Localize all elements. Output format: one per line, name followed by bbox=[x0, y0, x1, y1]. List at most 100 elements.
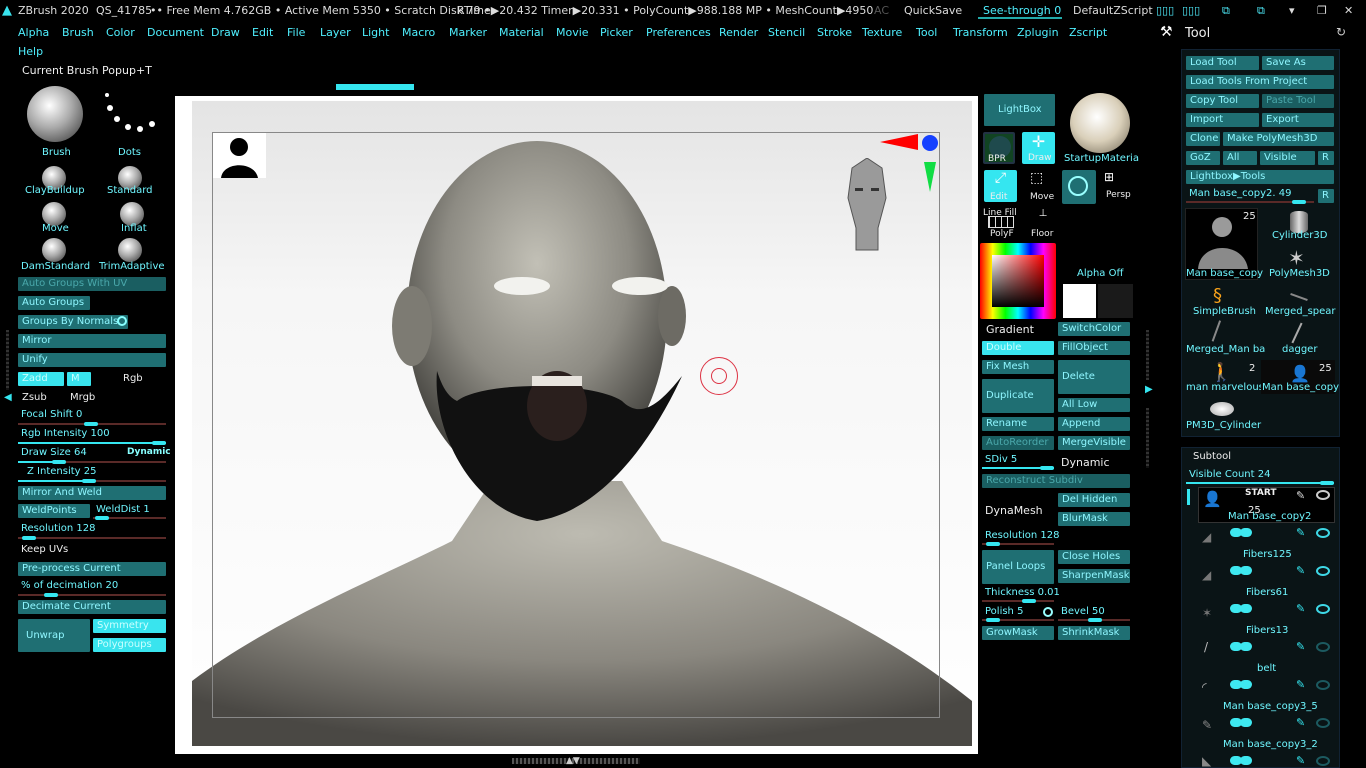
gradient-label[interactable]: Gradient bbox=[986, 323, 1034, 336]
polyframe-icon[interactable] bbox=[988, 216, 1014, 228]
close-icon[interactable]: ✕ bbox=[1344, 4, 1353, 17]
shrinkmask-button[interactable]: ShrinkMask bbox=[1058, 626, 1130, 640]
window-tile-icon[interactable]: ⧉ bbox=[1222, 4, 1230, 18]
duplicate-button[interactable]: Duplicate bbox=[982, 379, 1054, 413]
groups-by-normals-toggle-icon[interactable] bbox=[117, 316, 127, 326]
lightbox-tools-button[interactable]: Lightbox▶Tools bbox=[1186, 170, 1334, 184]
load-tool-button[interactable]: Load Tool bbox=[1186, 56, 1259, 70]
zadd-button[interactable]: Zadd bbox=[18, 372, 64, 386]
damstandard-brush-icon[interactable] bbox=[42, 238, 66, 262]
import-button[interactable]: Import bbox=[1186, 113, 1259, 127]
menu-help[interactable]: Help bbox=[18, 45, 43, 58]
material-toggle[interactable] bbox=[1240, 642, 1252, 651]
orientation-head-icon[interactable] bbox=[844, 157, 890, 254]
goz-r-button[interactable]: R bbox=[1318, 151, 1334, 165]
default-zscript-button[interactable]: DefaultZScript bbox=[1073, 4, 1153, 17]
menu-alpha[interactable]: Alpha bbox=[18, 26, 49, 39]
thickness-slider[interactable] bbox=[982, 599, 1054, 603]
quicksave-button[interactable]: QuickSave bbox=[904, 4, 962, 17]
window-tile2-icon[interactable]: ⧉ bbox=[1257, 4, 1265, 18]
dynamesh-label[interactable]: DynaMesh bbox=[985, 504, 1043, 517]
dynamic-subdiv-toggle[interactable]: Dynamic bbox=[1061, 456, 1110, 469]
growmask-button[interactable]: GrowMask bbox=[982, 626, 1054, 640]
close-holes-button[interactable]: Close Holes bbox=[1058, 550, 1130, 564]
mirror-button[interactable]: Mirror bbox=[18, 334, 166, 348]
append-button[interactable]: Append bbox=[1058, 417, 1130, 431]
panel-loops-button[interactable]: Panel Loops bbox=[982, 550, 1054, 584]
make-polymesh3d-button[interactable]: Make PolyMesh3D bbox=[1223, 132, 1334, 146]
current-tool-r-button[interactable]: R bbox=[1318, 189, 1334, 203]
secondary-color-swatch[interactable] bbox=[1098, 284, 1133, 318]
del-hidden-button[interactable]: Del Hidden bbox=[1058, 493, 1130, 507]
subtool-edit-icon[interactable]: ✎ bbox=[1296, 678, 1305, 691]
right-collapse-icon[interactable]: ▶ bbox=[1145, 384, 1153, 395]
menu-zplugin[interactable]: Zplugin bbox=[1017, 26, 1059, 39]
menu-texture[interactable]: Texture bbox=[862, 26, 902, 39]
left-collapse-icon[interactable]: ◀ bbox=[4, 392, 12, 403]
menu-picker[interactable]: Picker bbox=[600, 26, 633, 39]
menu-draw[interactable]: Draw bbox=[211, 26, 240, 39]
material-toggle[interactable] bbox=[1240, 680, 1252, 689]
zsub-button[interactable]: Zsub bbox=[22, 392, 47, 403]
clone-button[interactable]: Clone bbox=[1186, 132, 1220, 146]
material-toggle[interactable] bbox=[1240, 756, 1252, 765]
goz-button[interactable]: GoZ bbox=[1186, 151, 1220, 165]
rgb-intensity-slider[interactable] bbox=[18, 441, 166, 445]
double-button[interactable]: Double bbox=[982, 341, 1054, 355]
reconstruct-subdiv-button[interactable]: Reconstruct Subdiv bbox=[982, 474, 1130, 488]
restore-icon[interactable]: ❐ bbox=[1317, 4, 1327, 17]
pm3d-cylinder-icon[interactable] bbox=[1210, 402, 1234, 416]
menu-preferences[interactable]: Preferences bbox=[646, 26, 711, 39]
subtool-edit-icon[interactable]: ✎ bbox=[1296, 526, 1305, 539]
eye-visibility-icon[interactable] bbox=[1316, 680, 1330, 690]
man-marvelous-icon[interactable]: 🚶 bbox=[1210, 362, 1232, 383]
menu-brush[interactable]: Brush bbox=[62, 26, 94, 39]
goz-all-button[interactable]: All bbox=[1223, 151, 1257, 165]
sdiv-slider[interactable] bbox=[982, 466, 1054, 470]
paste-tool-button[interactable]: Paste Tool bbox=[1262, 94, 1334, 108]
polymesh3d-star-icon[interactable]: ✶ bbox=[1288, 246, 1305, 270]
welddist-slider[interactable] bbox=[93, 516, 166, 520]
eye-visibility-icon[interactable] bbox=[1316, 604, 1330, 614]
see-through-track[interactable] bbox=[978, 17, 1062, 19]
symmetry-button[interactable]: Symmetry bbox=[93, 619, 166, 633]
polish-toggle-icon[interactable] bbox=[1043, 607, 1053, 617]
menu-transform[interactable]: Transform bbox=[953, 26, 1008, 39]
decimate-current-button[interactable]: Decimate Current bbox=[18, 600, 166, 614]
switchcolor-button[interactable]: SwitchColor bbox=[1058, 322, 1130, 336]
unwrap-button[interactable]: Unwrap bbox=[18, 619, 90, 652]
menu-movie[interactable]: Movie bbox=[556, 26, 589, 39]
subtool-edit-icon[interactable]: ✎ bbox=[1296, 754, 1305, 767]
unify-button[interactable]: Unify bbox=[18, 353, 166, 367]
save-as-button[interactable]: Save As bbox=[1262, 56, 1334, 70]
eye-visibility-icon[interactable] bbox=[1316, 718, 1330, 728]
menu-document[interactable]: Document bbox=[147, 26, 204, 39]
move-mode-icon[interactable]: ⬚ bbox=[1030, 170, 1056, 192]
export-button[interactable]: Export bbox=[1262, 113, 1334, 127]
pre-process-current-button[interactable]: Pre-process Current bbox=[18, 562, 166, 576]
menu-macro[interactable]: Macro bbox=[402, 26, 435, 39]
bottom-arrows-icon[interactable]: ▲▼ bbox=[566, 756, 580, 766]
main-color-swatch[interactable] bbox=[1063, 284, 1096, 318]
auto-groups-button[interactable]: Auto Groups bbox=[18, 296, 90, 310]
minimize-icon[interactable]: ▾ bbox=[1289, 4, 1295, 17]
all-low-button[interactable]: All Low bbox=[1058, 398, 1130, 412]
see-through-slider[interactable]: See-through 0 bbox=[983, 4, 1061, 17]
mirror-and-weld-button[interactable]: Mirror And Weld bbox=[18, 486, 166, 500]
menu-layer[interactable]: Layer bbox=[320, 26, 351, 39]
delete-button[interactable]: Delete bbox=[1058, 360, 1130, 394]
trimadaptive-brush-icon[interactable] bbox=[118, 238, 142, 262]
mergevisible-button[interactable]: MergeVisible bbox=[1058, 436, 1130, 450]
menu-stencil[interactable]: Stencil bbox=[768, 26, 805, 39]
perspective-icon[interactable]: ⊞ bbox=[1104, 170, 1138, 190]
brush-edit-icon[interactable]: ✎ bbox=[1296, 489, 1305, 502]
sharpenmask-button[interactable]: SharpenMask bbox=[1058, 569, 1130, 583]
weldpoints-button[interactable]: WeldPoints bbox=[18, 504, 90, 518]
startup-material-icon[interactable] bbox=[1070, 93, 1130, 153]
subtool-edit-icon[interactable]: ✎ bbox=[1296, 640, 1305, 653]
current-tool-slider[interactable] bbox=[1186, 200, 1314, 204]
subtool-scrollbar[interactable] bbox=[1187, 489, 1190, 505]
bevel-slider[interactable] bbox=[1058, 618, 1130, 622]
eye-visibility-icon[interactable] bbox=[1316, 490, 1330, 500]
keep-uvs-toggle[interactable]: Keep UVs bbox=[21, 544, 68, 555]
